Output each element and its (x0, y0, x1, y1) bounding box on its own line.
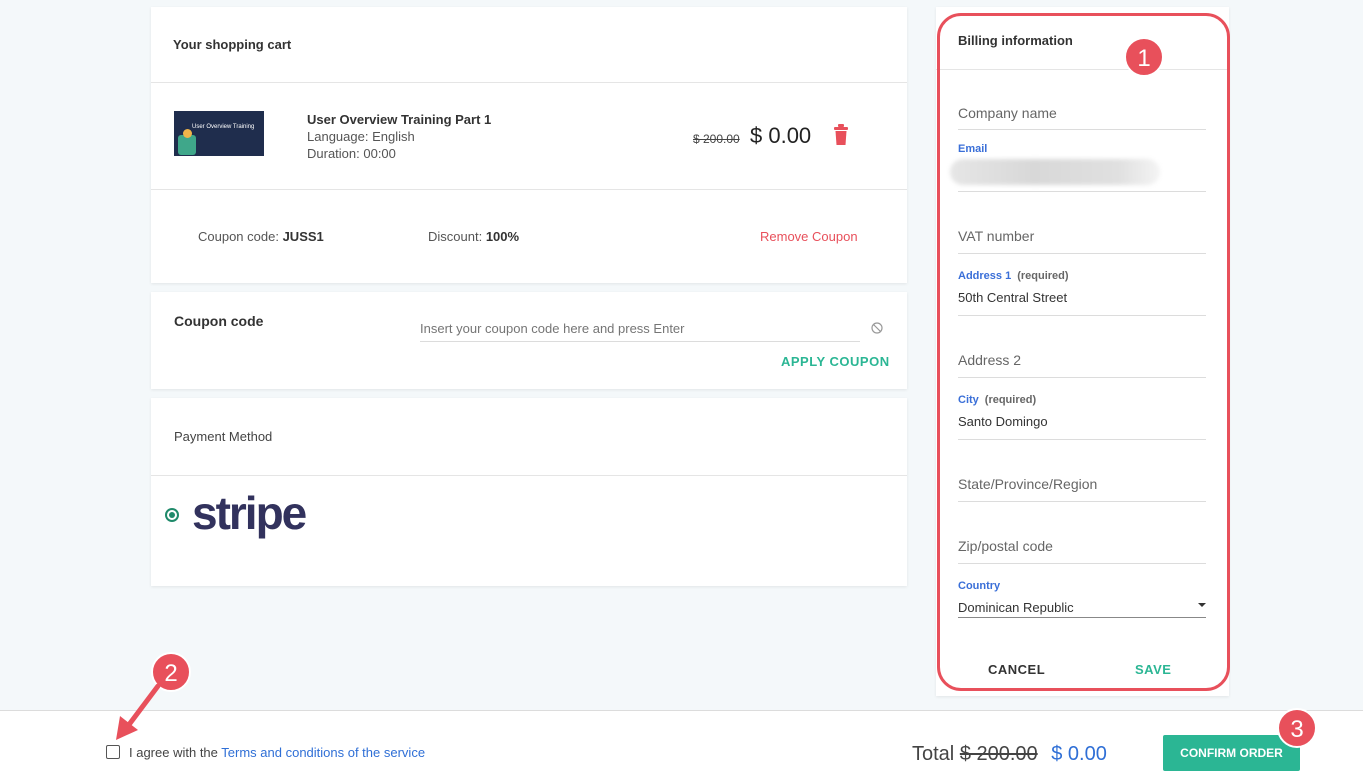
annotation-badge-3: 3 (1277, 708, 1317, 748)
total-label: Total (912, 743, 955, 765)
coupon-code-value: JUSS1 (282, 229, 324, 244)
annotation-badge-1: 1 (1124, 37, 1164, 77)
agree-label: I agree with the (129, 745, 218, 760)
clear-icon[interactable] (871, 321, 883, 334)
discount-value: 100% (485, 229, 520, 244)
shopping-cart-card: Your shopping cart User Overview Trainin… (151, 7, 907, 283)
divider (151, 189, 907, 190)
trash-icon[interactable] (833, 124, 849, 146)
apply-coupon-button[interactable]: APPLY COUPON (781, 354, 890, 369)
coupon-title: Coupon code (174, 313, 264, 329)
divider (151, 82, 907, 83)
payment-title: Payment Method (174, 429, 273, 444)
thumbnail-figure (178, 135, 196, 155)
billing-highlight-box (937, 13, 1230, 691)
coupon-input[interactable] (420, 316, 860, 342)
divider (151, 475, 907, 476)
payment-card: Payment Method stripe (151, 398, 907, 586)
agree-checkbox[interactable] (106, 745, 120, 759)
price: $ 0.00 (750, 123, 812, 148)
agree-text: I agree with the Terms and conditions of… (129, 745, 425, 760)
course-language: Language: English (307, 129, 415, 144)
total-new-price: $ 0.00 (1051, 743, 1107, 765)
terms-link[interactable]: Terms and conditions of the service (221, 745, 425, 760)
total: Total $ 200.00 $ 0.00 (912, 743, 1107, 766)
coupon-applied: Coupon code: JUSS1 (198, 229, 324, 244)
discount: Discount: 100% (428, 229, 519, 244)
coupon-code-label: Coupon code: (198, 229, 279, 244)
course-thumbnail: User Overview Training (174, 111, 264, 156)
old-price: $ 200.00 (693, 132, 740, 146)
stripe-radio[interactable] (165, 508, 179, 522)
confirm-order-button[interactable]: CONFIRM ORDER (1163, 735, 1300, 771)
coupon-card: Coupon code APPLY COUPON (151, 292, 907, 389)
annotation-arrow-icon (116, 683, 161, 740)
thumbnail-figure-head (183, 129, 192, 138)
footer-bar: I agree with the Terms and conditions of… (0, 710, 1363, 780)
course-name: User Overview Training Part 1 (307, 112, 492, 127)
course-duration: Duration: 00:00 (307, 146, 396, 161)
cart-title: Your shopping cart (173, 37, 292, 52)
total-old-price: $ 200.00 (959, 743, 1038, 765)
thumbnail-text: User Overview Training (192, 124, 255, 130)
stripe-logo[interactable]: stripe (192, 486, 307, 540)
remove-coupon-link[interactable]: Remove Coupon (760, 229, 858, 244)
discount-label: Discount: (428, 229, 483, 244)
